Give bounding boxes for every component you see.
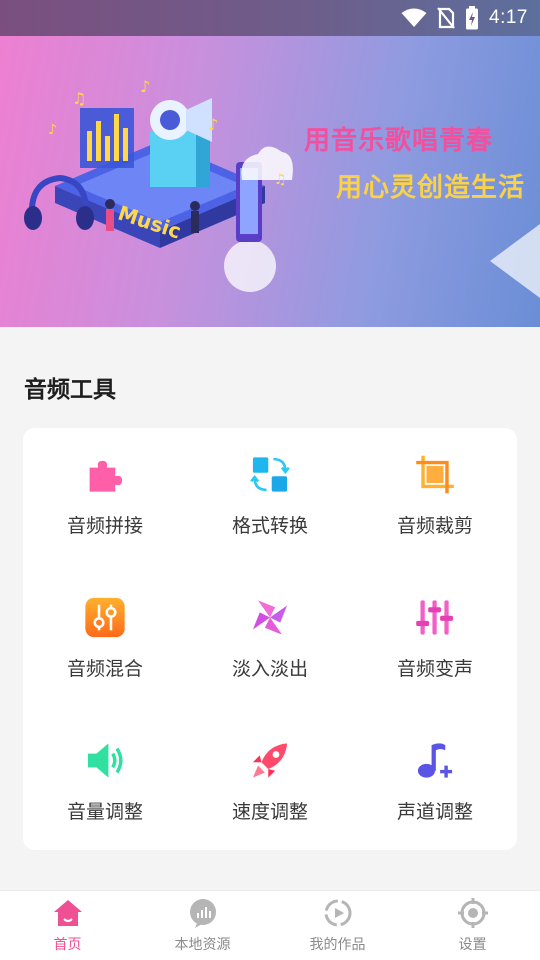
mixer-icon [85, 597, 125, 638]
rocket-icon [252, 743, 288, 778]
tool-volume-adjust[interactable]: 音量调整 [25, 714, 185, 824]
wifi-icon [401, 8, 427, 27]
nav-label: 我的作品 [309, 937, 366, 953]
tool-fade-in-out[interactable]: 淡入淡出 [190, 571, 350, 681]
battery-charging-icon [466, 6, 479, 30]
svg-text:♫: ♫ [274, 172, 287, 188]
nav-label: 设置 [458, 937, 487, 953]
nav-home[interactable]: 首页 [0, 891, 135, 960]
convert-icon [250, 457, 290, 492]
tool-format-convert[interactable]: 格式转换 [190, 428, 350, 538]
tool-audio-mix[interactable]: 音频混合 [25, 571, 185, 681]
nav-settings[interactable]: 设置 [405, 891, 540, 960]
tool-label: 速度调整 [231, 801, 308, 823]
music-note-add-icon [417, 743, 453, 778]
nav-label: 首页 [53, 937, 82, 953]
bottom-navigation: 首页 本地资源 我的作品 设置 [0, 890, 540, 960]
section-title: 音频工具 [24, 377, 116, 403]
tool-label: 音频拼接 [66, 515, 143, 537]
svg-text:♪: ♪ [48, 122, 57, 138]
svg-text:♪: ♪ [140, 77, 150, 96]
audio-tools-card: 音频拼接 格式转换 音频裁剪 音频混合 淡入淡出 音频变声 音量调整 速度调整 … [23, 428, 517, 850]
nav-local-resources[interactable]: 本地资源 [135, 891, 270, 960]
svg-text:♫: ♫ [72, 89, 86, 108]
tool-label: 格式转换 [231, 515, 308, 537]
settings-icon [457, 898, 488, 928]
status-time: 4:17 [489, 7, 528, 28]
crop-icon [416, 455, 454, 494]
tool-audio-crop[interactable]: 音频裁剪 [355, 428, 515, 538]
pinwheel-icon [252, 600, 288, 635]
banner-slogan-line1: 用音乐歌唱青春 [304, 126, 494, 156]
tool-label: 音频变声 [396, 658, 473, 680]
svg-text:♪: ♪ [208, 115, 218, 134]
local-resource-icon [189, 899, 216, 928]
tool-channel-adjust[interactable]: 声道调整 [355, 714, 515, 824]
tool-audio-join[interactable]: 音频拼接 [25, 428, 185, 538]
tool-label: 音量调整 [66, 801, 143, 823]
tool-voice-change[interactable]: 音频变声 [355, 571, 515, 681]
no-sim-icon [437, 7, 455, 29]
banner-slogan-line2: 用心灵创造生活 [336, 173, 526, 203]
tool-label: 音频混合 [66, 658, 143, 680]
speaker-icon [87, 743, 123, 778]
tool-label: 淡入淡出 [231, 658, 308, 680]
tool-label: 声道调整 [396, 801, 473, 823]
tool-speed-adjust[interactable]: 速度调整 [190, 714, 350, 824]
nav-my-works[interactable]: 我的作品 [270, 891, 405, 960]
puzzle-icon [89, 460, 123, 492]
home-icon [53, 900, 82, 926]
equalizer-icon [416, 600, 453, 635]
tool-label: 音频裁剪 [396, 515, 473, 537]
status-bar: 4:17 [0, 0, 540, 36]
nav-label: 本地资源 [174, 937, 231, 953]
my-works-icon [324, 899, 351, 927]
hero-banner[interactable]: Music ♫ ♪ ♪ ♪ ♫ 用音乐歌唱青春 用心灵创造生活 [0, 36, 540, 327]
